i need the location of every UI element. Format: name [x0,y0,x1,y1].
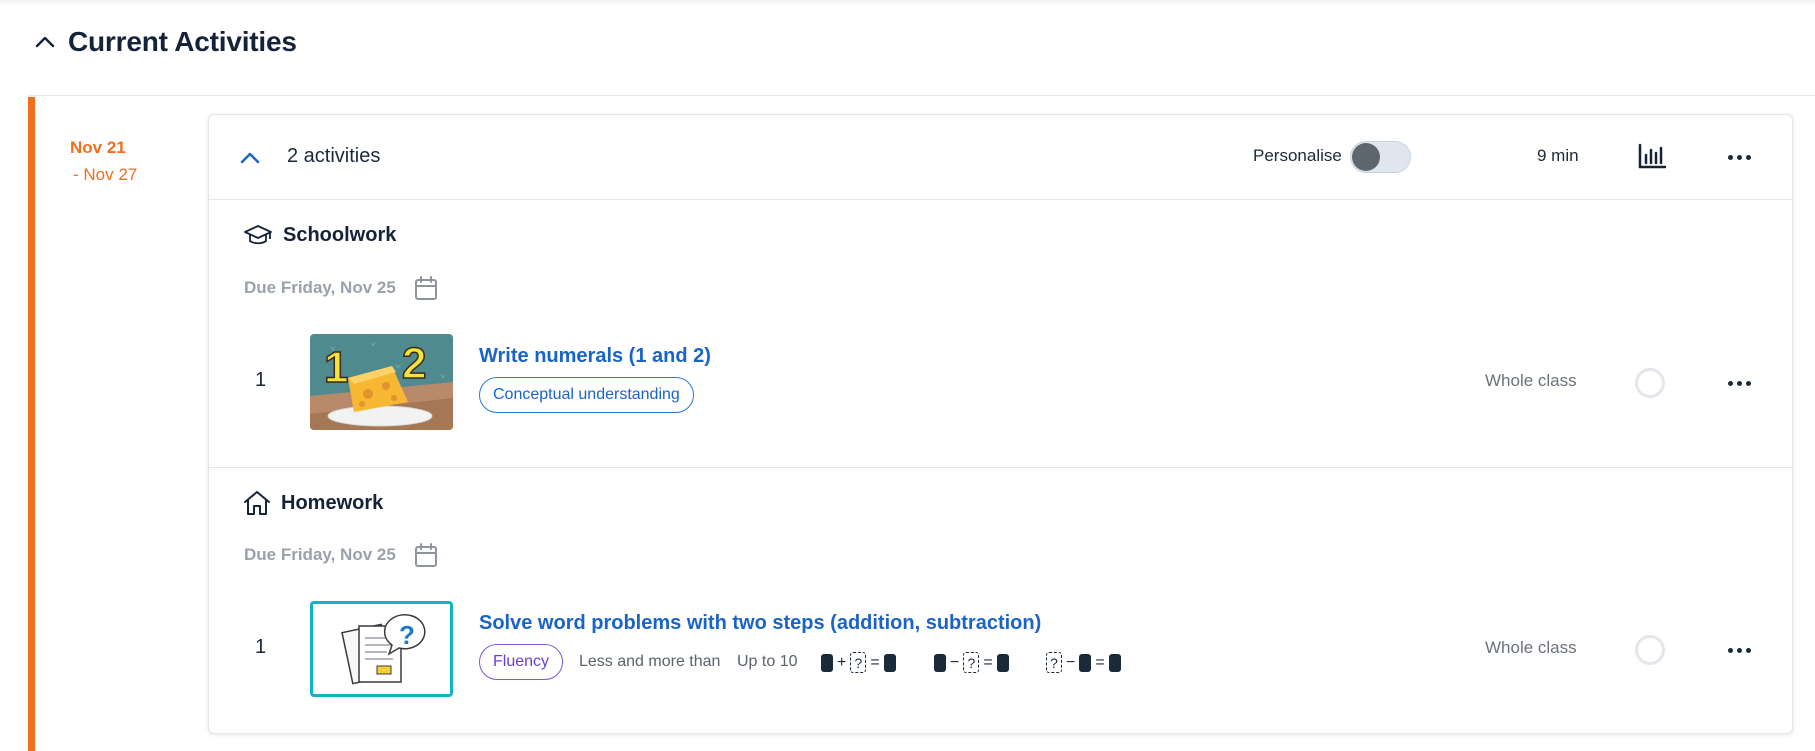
chevron-up-icon [240,152,260,164]
number-block [934,653,946,672]
calendar-icon[interactable] [414,542,438,568]
equation-subtraction-missing-minuend: ? − = [1046,652,1121,673]
unknown-box: ? [850,652,867,673]
unknown-box: ? [1046,652,1062,673]
skill-tag: Conceptual understanding [479,377,694,413]
activities-card: 2 activities Personalise 9 min Schoolwor… [208,114,1793,734]
due-date-row: Due Friday, Nov 25 [244,275,438,301]
equation-operator: = [983,653,993,671]
activity-thumbnail[interactable]: 1 2 [310,334,453,430]
numerals-cheese-illustration: 1 2 [310,334,453,430]
week-indicator-bar [28,97,35,751]
word-problem-illustration: ? [341,614,426,685]
week-start-date: Nov 21 [70,138,126,157]
collapse-activities-button[interactable] [235,143,265,173]
number-block [821,653,833,672]
activity-more-options-button[interactable] [1724,373,1754,393]
chevron-up-icon [35,36,55,48]
completion-status-circle[interactable] [1635,368,1665,398]
group-title-label: Homework [281,491,384,514]
equation-operator: − [1066,653,1076,671]
personalise-label: Personalise [1253,146,1342,165]
graduation-cap-icon [244,225,272,245]
dot [1745,154,1751,160]
activity-number: 1 [255,636,267,658]
number-block [883,653,896,672]
group-title-schoolwork: Schoolwork [243,223,396,247]
dot [1745,647,1751,653]
dot [1727,154,1733,160]
week-range: Nov 21 - Nov 27 [70,134,137,188]
skill-tag: Fluency [479,644,564,680]
section-header: Current Activities [30,22,297,62]
equation-addition: + ? = [821,652,896,673]
total-duration: 9 min [1537,146,1579,165]
due-date-label: Due Friday, Nov 25 [244,545,396,564]
toggle-knob [1352,143,1380,171]
activity-meta-range: Less and more than [579,653,721,670]
due-date-label: Due Friday, Nov 25 [244,278,396,297]
card-more-options-button[interactable] [1724,147,1754,167]
equation-operator: = [870,653,880,671]
dot [1727,380,1733,386]
house-icon [244,491,270,515]
number-block [1108,653,1121,672]
section-title: Current Activities [68,26,297,57]
completion-status-circle[interactable] [1635,635,1665,665]
svg-text:1: 1 [324,343,348,392]
equation-operator: − [950,653,960,671]
personalise-toggle[interactable] [1350,141,1411,173]
dot [1736,154,1742,160]
activity-thumbnail[interactable]: ? [310,601,453,697]
number-block [1079,653,1092,672]
calendar-icon[interactable] [414,275,438,301]
due-date-row: Due Friday, Nov 25 [244,542,438,568]
group-title-label: Schoolwork [283,223,397,246]
svg-text:?: ? [399,620,415,650]
svg-text:2: 2 [402,339,426,388]
activity-number: 1 [255,369,267,391]
activity-more-options-button[interactable] [1724,640,1754,660]
bar-chart-icon[interactable] [1637,142,1667,170]
group-title-homework: Homework [243,490,383,516]
dot [1727,647,1733,653]
dot [1736,647,1742,653]
assignee-label: Whole class [1485,638,1577,657]
equation-subtraction-missing-subtrahend: − ? = [934,652,1009,673]
assignee-label: Whole class [1485,371,1577,390]
unknown-box: ? [963,652,980,673]
card-header: 2 activities Personalise 9 min [209,115,1792,200]
equation-operator: = [1095,653,1105,671]
activity-meta-limit: Up to 10 [737,653,798,670]
activities-count: 2 activities [287,145,381,167]
number-block [996,653,1009,672]
activity-title-link[interactable]: Solve word problems with two steps (addi… [479,612,1041,635]
group-divider [209,467,1792,468]
equation-operator: + [837,653,847,671]
collapse-section-button[interactable] [30,27,60,57]
week-end-date: - Nov 27 [73,165,138,184]
top-shadow [0,0,1815,6]
dot [1745,380,1751,386]
section-divider [28,95,1815,96]
activity-title-link[interactable]: Write numerals (1 and 2) [479,345,711,368]
dot [1736,380,1742,386]
